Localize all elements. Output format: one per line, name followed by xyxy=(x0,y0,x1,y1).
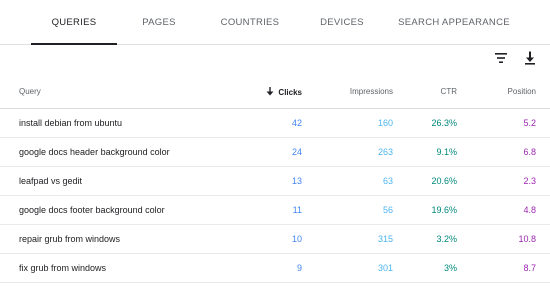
tab-label: SEARCH APPEARANCE xyxy=(398,17,510,28)
query-cell: google docs header background color xyxy=(0,137,215,167)
table-row[interactable]: google docs header background color 24 2… xyxy=(0,137,550,167)
tab-devices[interactable]: DEVICES xyxy=(309,0,375,45)
tab-pages[interactable]: PAGES xyxy=(130,0,188,45)
table-row[interactable]: fix grub from windows 9 301 3% 8.7 xyxy=(0,253,550,283)
query-cell: install debian from ubuntu xyxy=(0,108,215,138)
query-cell: leafpad vs gedit xyxy=(0,166,215,196)
impressions-cell: 160 xyxy=(302,108,393,138)
download-icon xyxy=(525,51,535,65)
position-cell: 4.8 xyxy=(457,195,550,225)
active-tab-indicator xyxy=(31,43,117,45)
tab-label: PAGES xyxy=(142,17,176,28)
column-header-query[interactable]: Query xyxy=(0,76,215,109)
query-cell: google docs footer background color xyxy=(0,195,215,225)
clicks-cell: 10 xyxy=(215,224,302,254)
column-header-ctr[interactable]: CTR xyxy=(393,76,457,109)
filter-icon xyxy=(495,53,507,63)
table-row[interactable]: leafpad vs gedit 13 63 20.6% 2.3 xyxy=(0,166,550,196)
clicks-cell: 11 xyxy=(215,195,302,225)
impressions-cell: 263 xyxy=(302,137,393,167)
impressions-cell: 301 xyxy=(302,253,393,283)
column-header-impressions[interactable]: Impressions xyxy=(302,76,393,109)
ctr-cell: 26.3% xyxy=(393,108,457,138)
table-header-row: Query Clicks Impressions CTR Position xyxy=(0,76,550,109)
ctr-cell: 20.6% xyxy=(393,166,457,196)
ctr-cell: 9.1% xyxy=(393,137,457,167)
clicks-cell: 9 xyxy=(215,253,302,283)
clicks-cell: 24 xyxy=(215,137,302,167)
report-tabs: QUERIES PAGES COUNTRIES DEVICES SEARCH A… xyxy=(0,0,550,45)
download-button[interactable] xyxy=(520,48,540,68)
position-cell: 8.7 xyxy=(457,253,550,283)
query-cell: repair grub from windows xyxy=(0,224,215,254)
filter-button[interactable] xyxy=(491,48,511,68)
position-cell: 6.8 xyxy=(457,137,550,167)
tab-search-appearance[interactable]: SEARCH APPEARANCE xyxy=(398,0,510,45)
ctr-cell: 3% xyxy=(393,253,457,283)
queries-table: Query Clicks Impressions CTR Position in… xyxy=(0,76,550,283)
ctr-cell: 19.6% xyxy=(393,195,457,225)
arrow-down-icon xyxy=(266,86,274,96)
column-header-position[interactable]: Position xyxy=(457,76,550,109)
clicks-cell: 13 xyxy=(215,166,302,196)
table-row[interactable]: install debian from ubuntu 42 160 26.3% … xyxy=(0,108,550,138)
ctr-cell: 3.2% xyxy=(393,224,457,254)
impressions-cell: 56 xyxy=(302,195,393,225)
impressions-cell: 315 xyxy=(302,224,393,254)
tab-label: QUERIES xyxy=(51,17,97,28)
tab-queries[interactable]: QUERIES xyxy=(31,0,117,45)
query-cell: fix grub from windows xyxy=(0,253,215,283)
tab-label: DEVICES xyxy=(320,17,364,28)
impressions-cell: 63 xyxy=(302,166,393,196)
clicks-cell: 42 xyxy=(215,108,302,138)
position-cell: 5.2 xyxy=(457,108,550,138)
position-cell: 10.8 xyxy=(457,224,550,254)
position-cell: 2.3 xyxy=(457,166,550,196)
tab-label: COUNTRIES xyxy=(220,17,280,28)
table-row[interactable]: repair grub from windows 10 315 3.2% 10.… xyxy=(0,224,550,254)
tab-countries[interactable]: COUNTRIES xyxy=(213,0,287,45)
table-row[interactable]: google docs footer background color 11 5… xyxy=(0,195,550,225)
column-header-clicks[interactable]: Clicks xyxy=(215,76,302,109)
